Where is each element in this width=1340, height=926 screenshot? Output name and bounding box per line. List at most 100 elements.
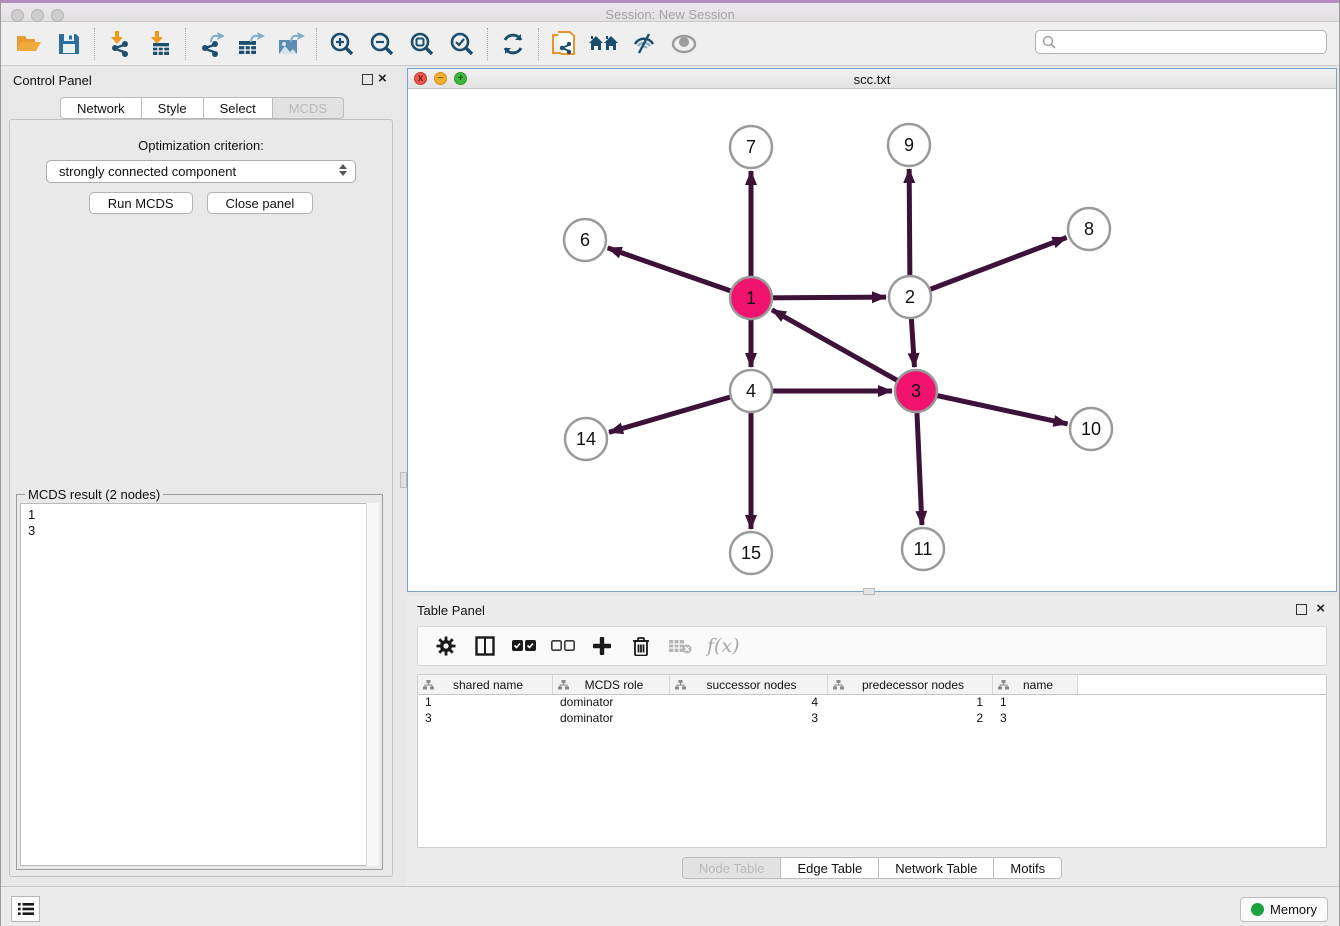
function-builder-icon: f(x): [707, 635, 740, 657]
column-header-predecessor-nodes[interactable]: predecessor nodes: [828, 675, 993, 694]
edge-3-1[interactable]: [772, 310, 916, 391]
show-tasks-list-button[interactable]: [11, 896, 40, 922]
cell-mcds-role[interactable]: dominator: [553, 711, 670, 727]
criterion-dropdown[interactable]: strongly connected component: [46, 160, 356, 183]
close-panel-icon[interactable]: ×: [1316, 600, 1325, 618]
network-window-titlebar: x − + scc.txt: [408, 69, 1336, 89]
open-session-icon[interactable]: [9, 26, 49, 62]
node-label-14: 14: [576, 429, 596, 449]
cell-predecessor-nodes[interactable]: 2: [828, 711, 993, 727]
home-networks-icon[interactable]: [584, 26, 624, 62]
toolbar-separator: [487, 28, 488, 60]
table-settings-gear-icon[interactable]: [434, 634, 458, 658]
memory-button[interactable]: Memory: [1240, 897, 1328, 922]
save-session-icon[interactable]: [49, 26, 89, 62]
node-table: shared nameMCDS rolesuccessor nodesprede…: [417, 674, 1327, 848]
control-panel-title: Control Panel: [13, 73, 92, 88]
run-mcds-button[interactable]: Run MCDS: [89, 192, 193, 214]
tree-sort-icon: [998, 680, 1009, 690]
control-panel-header: Control Panel ×: [1, 66, 403, 94]
cell-name[interactable]: 1: [993, 695, 1078, 711]
tab-edge-table[interactable]: Edge Table: [781, 857, 879, 879]
toolbar-separator: [185, 28, 186, 60]
node-label-2: 2: [905, 287, 915, 307]
control-panel: Control Panel × NetworkStyleSelectMCDS O…: [1, 66, 403, 884]
zoom-fit-icon[interactable]: [402, 26, 442, 62]
cell-successor-nodes[interactable]: 3: [670, 711, 828, 727]
application-window: Session: New Session: [0, 0, 1340, 926]
float-panel-icon[interactable]: [1296, 604, 1307, 615]
import-table-icon[interactable]: [140, 26, 180, 62]
tab-mcds[interactable]: MCDS: [273, 97, 344, 119]
select-all-columns-icon[interactable]: [512, 634, 536, 658]
zoom-out-icon[interactable]: [362, 26, 402, 62]
column-header-successor-nodes[interactable]: successor nodes: [670, 675, 828, 694]
float-panel-icon[interactable]: [362, 74, 373, 85]
export-network-icon[interactable]: [191, 26, 231, 62]
node-label-4: 4: [746, 381, 756, 401]
mcds-result-groupbox: MCDS result (2 nodes) 13: [16, 494, 383, 870]
list-icon: [18, 902, 34, 916]
column-header-mcds-role[interactable]: MCDS role: [553, 675, 670, 694]
cell-name[interactable]: 3: [993, 711, 1078, 727]
titlebar: Session: New Session: [1, 0, 1339, 22]
tree-sort-icon: [423, 680, 434, 690]
delete-table-icon: [668, 634, 692, 658]
table-panel-tabs: Node TableEdge TableNetwork TableMotifs: [407, 857, 1337, 879]
show-graphics-details-icon: [664, 26, 704, 62]
mcds-result-line: 3: [28, 523, 378, 539]
column-header-name[interactable]: name: [993, 675, 1078, 694]
tab-node-table[interactable]: Node Table: [682, 857, 782, 879]
cell-successor-nodes[interactable]: 4: [670, 695, 828, 711]
export-table-icon[interactable]: [231, 26, 271, 62]
edge-3-10[interactable]: [916, 391, 1068, 424]
show-columns-icon[interactable]: [473, 634, 497, 658]
tab-motifs[interactable]: Motifs: [994, 857, 1062, 879]
create-column-plus-icon[interactable]: [590, 634, 614, 658]
edge-2-8[interactable]: [910, 238, 1067, 297]
splitter-grip-vertical[interactable]: [400, 472, 407, 488]
tab-style[interactable]: Style: [142, 97, 204, 119]
tab-network[interactable]: Network: [60, 97, 142, 119]
table-panel-title: Table Panel: [417, 603, 485, 618]
node-label-7: 7: [746, 137, 756, 157]
table-row[interactable]: 3dominator323: [418, 711, 1326, 727]
node-label-8: 8: [1084, 219, 1094, 239]
zoom-in-icon[interactable]: [322, 26, 362, 62]
cell-mcds-role[interactable]: dominator: [553, 695, 670, 711]
deselect-all-columns-icon[interactable]: [551, 634, 575, 658]
node-label-11: 11: [914, 539, 933, 559]
zoom-selected-icon[interactable]: [442, 26, 482, 62]
splitter-grip-horizontal[interactable]: [863, 588, 875, 595]
close-panel-button[interactable]: Close panel: [207, 192, 314, 214]
result-scrollbar[interactable]: [366, 503, 379, 866]
cell-shared-name[interactable]: 1: [418, 695, 553, 711]
mcds-tab-content: Optimization criterion: strongly connect…: [9, 119, 393, 877]
mcds-result-textarea[interactable]: 13: [20, 503, 379, 866]
hide-graphics-details-icon[interactable]: [624, 26, 664, 62]
node-label-1: 1: [746, 288, 756, 308]
network-canvas[interactable]: 7968124314101511: [408, 89, 1336, 591]
search-box[interactable]: [1035, 30, 1327, 54]
delete-column-trash-icon[interactable]: [629, 634, 653, 658]
memory-button-label: Memory: [1270, 902, 1317, 917]
node-label-10: 10: [1081, 419, 1101, 439]
table-toolbar: f(x): [417, 626, 1327, 666]
export-image-icon[interactable]: [271, 26, 311, 62]
edge-1-6[interactable]: [608, 248, 751, 298]
toolbar-separator: [538, 28, 539, 60]
import-network-icon[interactable]: [100, 26, 140, 62]
tree-sort-icon: [558, 680, 569, 690]
cell-predecessor-nodes[interactable]: 1: [828, 695, 993, 711]
clone-network-icon[interactable]: [544, 26, 584, 62]
criterion-selected-value: strongly connected component: [59, 164, 236, 179]
table-row[interactable]: 1dominator411: [418, 695, 1326, 711]
close-panel-icon[interactable]: ×: [378, 70, 387, 88]
search-input[interactable]: [1060, 35, 1326, 50]
column-header-shared-name[interactable]: shared name: [418, 675, 553, 694]
toolbar-separator: [316, 28, 317, 60]
cell-shared-name[interactable]: 3: [418, 711, 553, 727]
tab-network-table[interactable]: Network Table: [879, 857, 994, 879]
tab-select[interactable]: Select: [204, 97, 273, 119]
refresh-icon[interactable]: [493, 26, 533, 62]
